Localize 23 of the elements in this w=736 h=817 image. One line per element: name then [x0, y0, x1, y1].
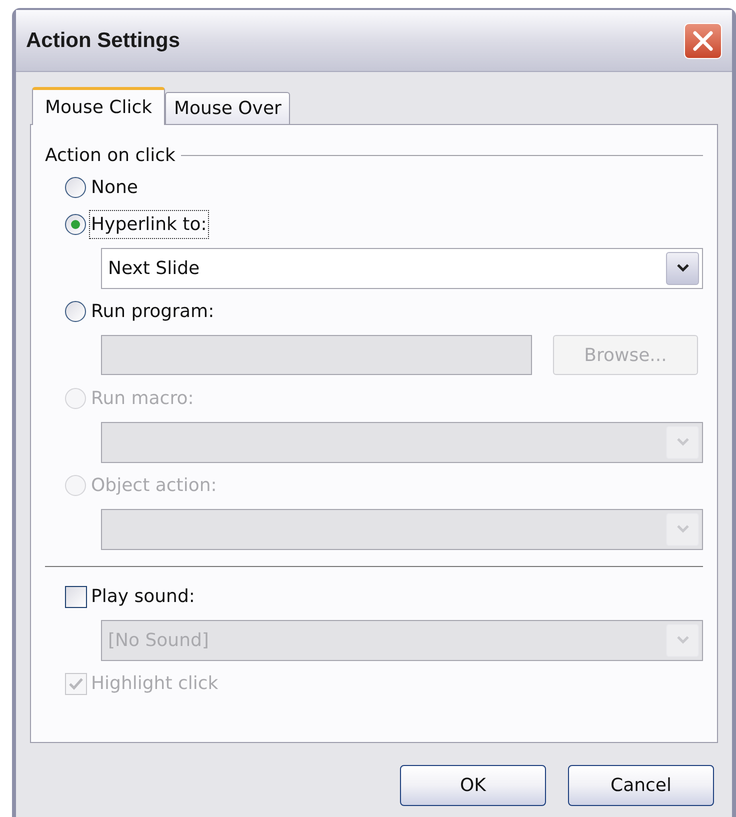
tab[interactable]: Mouse Over: [165, 92, 290, 124]
dropdown-value: Next Slide: [108, 256, 200, 280]
radio-button[interactable]: [65, 177, 86, 198]
group-label: Action on click: [45, 144, 176, 168]
radio-label: Run macro:: [90, 387, 195, 411]
checkbox-label: Play sound:: [91, 585, 195, 609]
dropdown[interactable]: Next Slide: [101, 248, 703, 288]
radio-button[interactable]: [65, 214, 86, 235]
checkbox[interactable]: [65, 586, 87, 608]
dropdown-value: [No Sound]: [108, 628, 209, 652]
close-button[interactable]: [684, 22, 722, 58]
close-icon: [692, 30, 714, 52]
radio-label: Object action:: [90, 474, 218, 498]
radio-label: None: [90, 176, 139, 200]
radio-label: Run program:: [90, 300, 216, 324]
tab[interactable]: Mouse Click: [32, 87, 166, 125]
radio-label: Hyperlink to:: [90, 211, 208, 238]
check-icon: [69, 678, 83, 690]
dialog-button[interactable]: OK: [400, 765, 546, 806]
radio-button[interactable]: [65, 301, 86, 322]
checkbox-label: Highlight click: [91, 672, 218, 696]
window-title: Action Settings: [26, 28, 180, 54]
dialog-button[interactable]: Cancel: [568, 765, 714, 806]
